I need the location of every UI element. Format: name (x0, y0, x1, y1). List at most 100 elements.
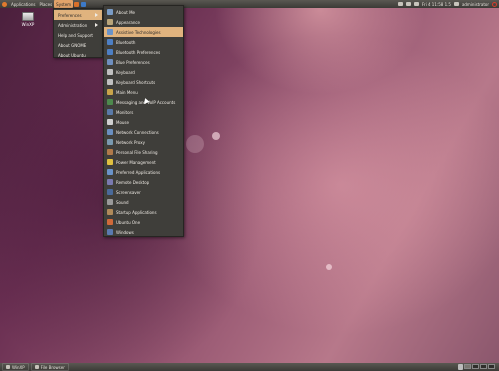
help-launcher-icon[interactable] (81, 1, 87, 7)
menu-item-about-gnome[interactable]: About GNOME (54, 40, 102, 50)
keyboard-icon (107, 69, 113, 75)
submenu-item-network-connections[interactable]: Network Connections (104, 127, 183, 137)
email-icon[interactable] (397, 2, 403, 6)
submenu-item-ubuntu-one[interactable]: Ubuntu One (104, 217, 183, 227)
submenu-item-label: About Me (116, 9, 136, 15)
taskbar-label: WinXP (12, 364, 25, 370)
menu-system[interactable]: System (54, 0, 74, 8)
submenu-item-bluetooth[interactable]: Bluetooth (104, 37, 183, 47)
user-name[interactable]: administrator (462, 2, 489, 7)
submenu-item-mouse[interactable]: Mouse (104, 117, 183, 127)
firefox-launcher-icon[interactable] (74, 1, 80, 7)
drive-icon (22, 12, 34, 21)
workspace-1[interactable] (464, 364, 471, 369)
desktop-icon-winxp[interactable]: WinXP (16, 12, 40, 27)
menu-item-label: About Ubuntu (58, 52, 86, 58)
power-icon[interactable] (492, 1, 497, 7)
clock[interactable]: Fri 4 11:58 1.5 (422, 2, 451, 7)
user-icon (453, 2, 459, 6)
submenu-item-label: Startup Applications (116, 209, 157, 215)
bottom-panel: WinXP File Browser (0, 363, 499, 371)
menu-item-label: Preferences (58, 12, 82, 18)
submenu-arrow-icon (95, 23, 98, 27)
assistive-technologies-icon (107, 29, 113, 35)
workspace-switcher (464, 364, 495, 369)
submenu-item-sound[interactable]: Sound (104, 197, 183, 207)
submenu-item-label: Appearance (116, 19, 141, 25)
submenu-item-remote-desktop[interactable]: Remote Desktop (104, 177, 183, 187)
trash-icon[interactable] (458, 364, 463, 370)
submenu-item-blue-preferences[interactable]: Blue Preferences (104, 57, 183, 67)
submenu-item-network-proxy[interactable]: Network Proxy (104, 137, 183, 147)
submenu-item-keyboard-shortcuts[interactable]: Keyboard Shortcuts (104, 77, 183, 87)
desktop-icon-label: WinXP (21, 22, 35, 27)
remote-desktop-icon (107, 179, 113, 185)
volume-icon[interactable] (413, 2, 419, 6)
menu-item-help[interactable]: Help and Support (54, 30, 102, 40)
submenu-item-bluetooth-preferences[interactable]: Bluetooth Preferences (104, 47, 183, 57)
messaging-and-voip-accounts-icon (107, 99, 113, 105)
submenu-item-power-management[interactable]: Power Management (104, 157, 183, 167)
folder-icon (34, 365, 39, 369)
network-proxy-icon (107, 139, 113, 145)
keyboard-shortcuts-icon (107, 79, 113, 85)
workspace-3[interactable] (480, 364, 487, 369)
main-menu-icon (107, 89, 113, 95)
network-icon[interactable] (405, 2, 411, 6)
submenu-item-about-me[interactable]: About Me (104, 7, 183, 17)
submenu-item-preferred-applications[interactable]: Preferred Applications (104, 167, 183, 177)
network-connections-icon (107, 129, 113, 135)
startup-applications-icon (107, 209, 113, 215)
submenu-item-screensaver[interactable]: Screensaver (104, 187, 183, 197)
submenu-item-startup-applications[interactable]: Startup Applications (104, 207, 183, 217)
sound-icon (107, 199, 113, 205)
appearance-icon (107, 19, 113, 25)
menu-item-label: Administration (58, 22, 88, 28)
submenu-item-label: Bluetooth (116, 39, 136, 45)
top-panel: Applications Places System Fri 4 11:58 1… (0, 0, 499, 8)
submenu-item-appearance[interactable]: Appearance (104, 17, 183, 27)
submenu-item-label: Network Connections (116, 129, 159, 135)
taskbar-button-winxp[interactable]: WinXP (2, 363, 29, 371)
submenu-item-monitors[interactable]: Monitors (104, 107, 183, 117)
menu-places[interactable]: Places (37, 0, 54, 8)
wallpaper-bokeh (326, 264, 332, 270)
mouse-icon (107, 119, 113, 125)
submenu-item-label: Network Proxy (116, 139, 145, 145)
menu-item-administration[interactable]: Administration (54, 20, 102, 30)
menu-item-label: Help and Support (58, 32, 93, 38)
bluetooth-preferences-icon (107, 49, 113, 55)
submenu-item-label: Ubuntu One (116, 219, 141, 225)
submenu-item-label: Personal File Sharing (116, 149, 158, 155)
preferences-submenu: About Me Appearance Assistive Technologies… (103, 5, 184, 237)
submenu-item-label: Sound (116, 199, 129, 205)
submenu-item-assistive-technologies[interactable]: Assistive Technologies (104, 27, 183, 37)
taskbar-label: File Browser (40, 364, 65, 370)
submenu-item-label: Power Management (116, 159, 156, 165)
taskbar-button-file-browser[interactable]: File Browser (30, 363, 69, 371)
wallpaper-bokeh (186, 135, 204, 153)
workspace-4[interactable] (488, 364, 495, 369)
windows-icon (107, 229, 113, 235)
ubuntu-one-icon (107, 219, 113, 225)
menu-item-preferences[interactable]: Preferences (54, 10, 102, 20)
about-me-icon (107, 9, 113, 15)
submenu-item-label: Blue Preferences (116, 59, 150, 65)
blue-preferences-icon (107, 59, 113, 65)
submenu-item-main-menu[interactable]: Main Menu (104, 87, 183, 97)
submenu-item-label: Bluetooth Preferences (116, 49, 161, 55)
bluetooth-icon (107, 39, 113, 45)
menu-item-about-ubuntu[interactable]: About Ubuntu (54, 50, 102, 60)
workspace-2[interactable] (472, 364, 479, 369)
submenu-item-personal-file-sharing[interactable]: Personal File Sharing (104, 147, 183, 157)
submenu-item-label: Keyboard (116, 69, 135, 75)
system-tray: Fri 4 11:58 1.5 administrator (397, 0, 497, 8)
submenu-item-label: Screensaver (116, 189, 141, 195)
monitors-icon (107, 109, 113, 115)
submenu-arrow-icon (95, 13, 98, 17)
submenu-item-windows[interactable]: Windows (104, 227, 183, 237)
submenu-item-label: Windows (116, 229, 134, 235)
ubuntu-logo-icon[interactable] (2, 1, 7, 7)
menu-applications[interactable]: Applications (9, 0, 37, 8)
submenu-item-keyboard[interactable]: Keyboard (104, 67, 183, 77)
